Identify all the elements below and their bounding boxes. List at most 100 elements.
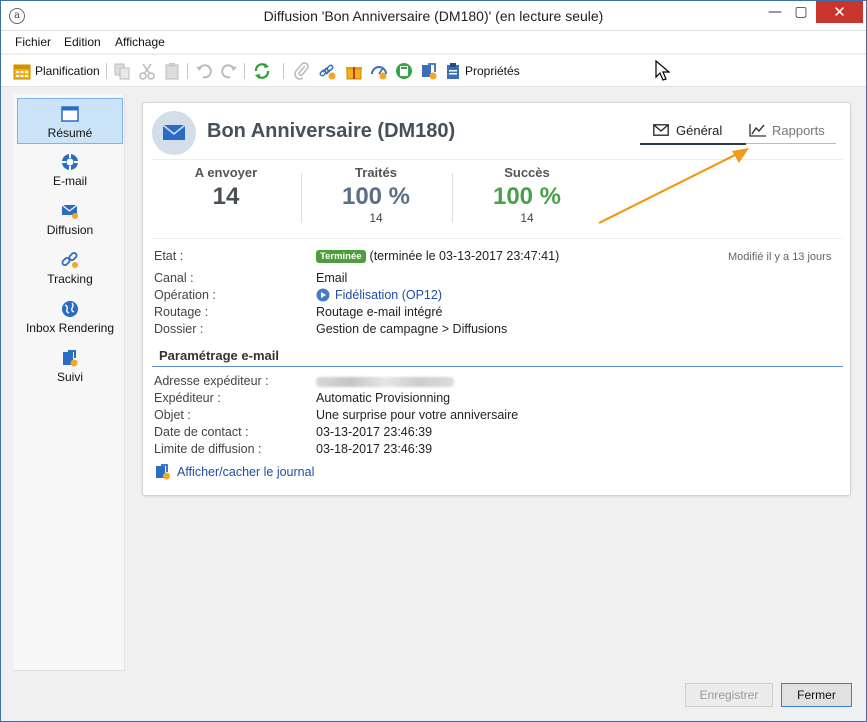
nav-item-diffusion[interactable]: Diffusion [17,196,123,242]
proprietes-label: Propriétés [465,64,520,78]
tab-active-indicator [640,143,746,145]
operation-label: Opération : [154,288,216,302]
summary-icon [61,106,79,122]
stat-label: Succès [504,165,550,180]
envelope-icon [162,124,186,140]
operation-link[interactable]: Fidélisation (OP12) [316,288,442,302]
limite-value: 03-18-2017 23:46:39 [316,442,433,456]
lifebuoy-icon [62,154,78,170]
menu-edition[interactable]: Edition [64,35,101,49]
save-button[interactable]: Enregistrer [685,683,773,707]
paste-icon[interactable] [163,62,181,80]
calculator-icon[interactable] [395,62,413,80]
envelope-outline-icon [653,124,669,136]
operation-value: Fidélisation (OP12) [335,288,442,302]
save-button-label: Enregistrer [699,688,759,702]
section-divider [152,366,843,367]
cut-icon[interactable] [138,62,156,80]
stat-count: 14 [520,211,534,225]
tracking-info-icon [63,350,78,367]
etat-text: (terminée le 03-13-2017 23:47:41) [369,249,560,263]
stat-label: A envoyer [194,165,258,180]
close-button[interactable]: Fermer [781,683,852,707]
nav-item-resume[interactable]: Résumé [17,98,123,144]
menu-fichier[interactable]: Fichier [15,35,51,49]
stat-succes: Succès 100 % 14 [462,165,592,225]
tab-rapports-label: Rapports [772,122,825,138]
expediteur-value: Automatic Provisionning [316,391,451,405]
journal-toggle-link[interactable]: Afficher/cacher le journal [155,464,314,480]
nav-item-label: Résumé [47,126,93,140]
nav-item-label: E-mail [52,174,87,188]
expediteur-label: Expéditeur : [154,391,221,405]
nav-divider [13,670,125,671]
canal-label: Canal : [154,271,194,285]
toolbar-divider [187,63,188,79]
export-icon[interactable] [420,62,438,80]
date-contact-value: 03-13-2017 23:46:39 [316,425,433,439]
proprietes-button[interactable]: Propriétés [446,61,520,81]
calendar-icon [13,64,31,80]
menu-bar: Fichier Edition Affichage [1,31,866,53]
close-window-button[interactable]: ✕ [816,1,863,23]
tab-indicator [746,143,836,144]
toolbar-divider [283,63,284,79]
stat-divider [452,173,453,223]
delivery-icon [61,204,78,219]
planification-button[interactable]: Planification [13,61,100,81]
toolbar-divider [244,63,245,79]
application-window: a Diffusion 'Bon Anniversaire (DM180)' (… [0,0,867,722]
title-bar: a Diffusion 'Bon Anniversaire (DM180)' (… [1,1,866,31]
attachment-icon[interactable] [293,62,311,80]
dossier-value: Gestion de campagne > Diffusions [316,322,508,336]
delivery-avatar [152,111,196,155]
link-check-icon[interactable] [319,62,337,80]
etat-value: Terminée (terminée le 03-13-2017 23:47:41… [316,249,559,263]
nav-item-inbox-rendering[interactable]: Inbox Rendering [17,294,123,340]
page-title: Bon Anniversaire (DM180) [207,120,456,142]
mouse-cursor-icon [655,60,671,81]
tab-rapports[interactable]: Rapports [745,117,835,143]
summary-panel: Bon Anniversaire (DM180) Général Rapport… [142,102,851,496]
routage-value: Routage e-mail intégré [316,305,443,319]
nav-item-label: Tracking [47,272,93,286]
redo-icon[interactable] [220,62,238,80]
toolbar-divider [106,63,107,79]
etat-label: Etat : [154,249,184,263]
stat-value: 100 % [492,183,562,210]
canal-value: Email [316,271,348,285]
clipboard-icon [447,63,459,79]
stat-value: 14 [212,183,240,210]
stat-value: 100 % [341,183,411,210]
limite-label: Limite de diffusion : [154,442,262,456]
gauge-icon[interactable] [370,62,388,80]
tab-general[interactable]: Général [641,117,745,143]
gift-icon[interactable] [345,62,363,80]
adresse-value-redacted [316,374,454,388]
undo-icon[interactable] [195,62,213,80]
tab-general-label: Général [676,122,723,138]
left-navigation: Résumé E-mail Diffusion Tracking Inbox R… [13,94,125,671]
stat-count: 14 [369,211,383,225]
dossier-label: Dossier : [154,322,204,336]
globe-icon [62,301,78,317]
nav-item-suivi[interactable]: Suivi [17,343,123,389]
menu-affichage[interactable]: Affichage [115,35,165,49]
toolbar: Planification Propriétés [1,55,866,87]
play-icon [316,288,330,302]
nav-item-tracking[interactable]: Tracking [17,245,123,291]
line-chart-icon [749,124,766,137]
nav-item-label: Suivi [56,370,83,384]
nav-item-label: Inbox Rendering [25,321,115,335]
nav-item-label: Diffusion [46,223,94,237]
objet-value: Une surprise pour votre anniversaire [316,408,519,422]
refresh-icon[interactable] [253,62,271,80]
close-button-label: Fermer [797,688,836,702]
maximize-button[interactable]: ▢ [790,1,812,23]
objet-label: Objet : [154,408,191,422]
routage-label: Routage : [154,305,209,319]
minimize-button[interactable]: — [764,1,786,23]
link-icon [61,252,78,268]
nav-item-email[interactable]: E-mail [17,147,123,193]
copy-icon[interactable] [113,62,131,80]
